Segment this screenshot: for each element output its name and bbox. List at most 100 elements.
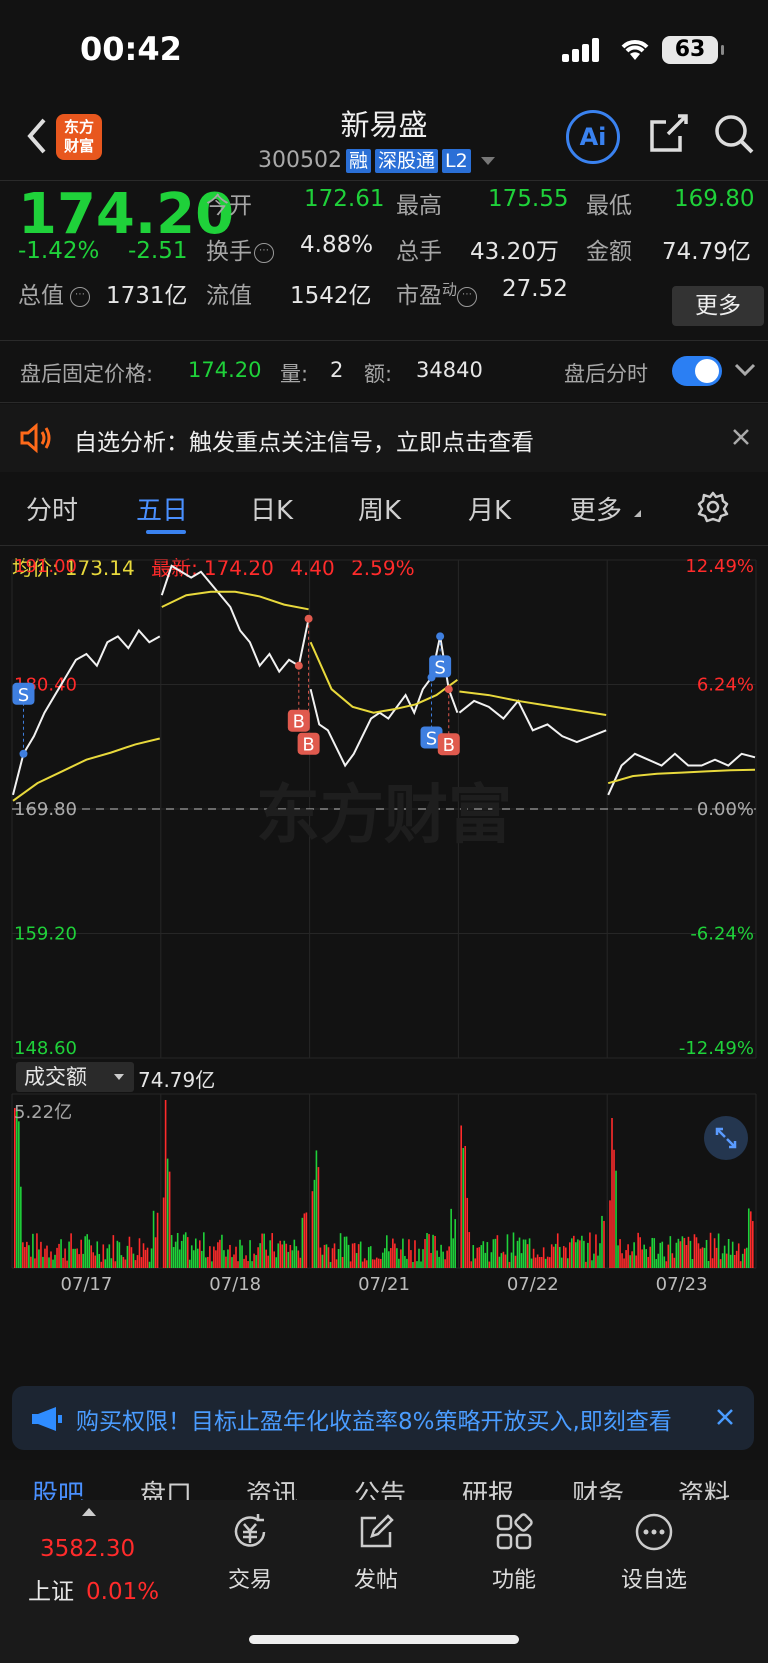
- volume-bar: [333, 1243, 336, 1268]
- tab-profile[interactable]: 资料: [678, 1474, 730, 1500]
- volume-bar: [691, 1259, 694, 1268]
- tab-news[interactable]: 资讯: [246, 1474, 298, 1500]
- volume-bar: [504, 1254, 507, 1268]
- more-button[interactable]: 更多: [672, 286, 764, 326]
- volume-bar: [496, 1235, 499, 1268]
- settings-icon[interactable]: [696, 490, 730, 524]
- volume-bar: [478, 1247, 481, 1268]
- volume-bar: [394, 1243, 396, 1268]
- volume-bar: [438, 1256, 440, 1268]
- volume-bar: [104, 1259, 107, 1268]
- volume-bar: [500, 1253, 503, 1268]
- volume-bar: [639, 1237, 641, 1268]
- volume-bar: [223, 1250, 225, 1268]
- tab-five-day[interactable]: 五日: [136, 490, 188, 527]
- volume-bar: [118, 1242, 121, 1268]
- five-day-chart[interactable]: 均价: 173.14 最新: 174.20 4.40 2.59% 东方财富 191.0…: [0, 546, 768, 1366]
- volume-bar: [591, 1260, 593, 1268]
- tab-daily-k[interactable]: 日K: [250, 490, 293, 527]
- promo-banner[interactable]: 购买权限！目标止盈年化收益率8%策略开放买入,即刻查看: [12, 1386, 754, 1450]
- volume-bar: [331, 1248, 334, 1268]
- tab-intraday[interactable]: 分时: [26, 490, 78, 527]
- volume-bar: [289, 1244, 292, 1268]
- volume-bar: [484, 1252, 487, 1268]
- volume-bar: [601, 1215, 603, 1268]
- info-icon: ⋯: [457, 287, 478, 307]
- volume-bar: [502, 1251, 505, 1268]
- volume-bar: [50, 1251, 52, 1268]
- index-value[interactable]: 3582.30: [40, 1536, 135, 1562]
- megaphone-icon: [32, 1407, 62, 1431]
- volume-bar: [400, 1249, 402, 1268]
- volume-bar: [552, 1246, 555, 1268]
- wifi-icon: [621, 40, 649, 60]
- volume-bar: [74, 1248, 76, 1268]
- volume-bar: [357, 1244, 360, 1268]
- tab-notice[interactable]: 公告: [354, 1474, 406, 1500]
- volume-bar: [140, 1257, 143, 1268]
- volume-bar: [621, 1253, 623, 1268]
- volume-bar: [699, 1248, 702, 1268]
- volume-bar: [659, 1242, 662, 1268]
- volume-bar: [392, 1238, 394, 1268]
- tab-research[interactable]: 研报: [462, 1474, 514, 1500]
- tab-monthly-k[interactable]: 月K: [468, 490, 511, 527]
- change-percent: -1.42%: [18, 238, 100, 264]
- nav-functions[interactable]: 功能: [464, 1510, 564, 1594]
- high-value: 175.55: [488, 186, 569, 212]
- volume-bar: [44, 1248, 46, 1268]
- volume-bar: [737, 1243, 740, 1268]
- volume-selector[interactable]: 成交额: [16, 1062, 134, 1092]
- open-label: 今开: [206, 193, 252, 219]
- volume-bar: [562, 1246, 565, 1268]
- volume-bar: [386, 1235, 388, 1268]
- volume-bar: [569, 1242, 571, 1268]
- volume-bar: [468, 1232, 471, 1268]
- ai-button[interactable]: Ai: [566, 110, 620, 164]
- volume-bar: [188, 1259, 191, 1268]
- volume-bar: [657, 1253, 660, 1268]
- volume-bar: [743, 1248, 746, 1268]
- volume-bar: [508, 1261, 511, 1268]
- volume-bar: [587, 1242, 589, 1268]
- volume-bar: [176, 1232, 179, 1268]
- volume-bar: [343, 1236, 346, 1268]
- sell-signal-label: S: [426, 728, 437, 749]
- nav-post-label: 发帖: [353, 1568, 398, 1593]
- expand-button[interactable]: [704, 1116, 748, 1160]
- volume-bar: [631, 1251, 633, 1268]
- nav-add-watchlist[interactable]: 设自选: [604, 1510, 704, 1594]
- volume-bar: [56, 1247, 58, 1268]
- y-axis-label-right: -6.24%: [690, 924, 754, 945]
- share-icon[interactable]: [648, 112, 690, 154]
- volume-bar: [593, 1253, 595, 1268]
- after-hours-toggle[interactable]: [672, 356, 722, 386]
- stock-code-row[interactable]: 300502 融 深股通 L2: [258, 148, 495, 173]
- volume-bar: [506, 1234, 509, 1268]
- volume-bar: [749, 1211, 752, 1268]
- volume-bar: [450, 1208, 452, 1268]
- volume-bar: [166, 1158, 169, 1268]
- nav-trade[interactable]: 交易: [200, 1510, 300, 1594]
- quote-panel: 174.20 -1.42% -2.51 总值 ⋯ 1731亿 今开 172.61 …: [0, 182, 768, 340]
- close-icon[interactable]: [732, 428, 750, 446]
- volume-bar: [38, 1249, 40, 1268]
- tab-more[interactable]: 更多: [570, 490, 622, 527]
- volume-bar: [585, 1261, 587, 1268]
- volume-bar: [474, 1258, 477, 1268]
- tab-finance[interactable]: 财务: [572, 1474, 624, 1500]
- tab-guba[interactable]: 股吧: [32, 1474, 84, 1500]
- volume-bar: [721, 1253, 724, 1268]
- search-icon[interactable]: [712, 112, 756, 156]
- tab-weekly-k[interactable]: 周K: [358, 490, 401, 527]
- tab-pankou[interactable]: 盘口: [140, 1474, 192, 1500]
- alert-bar[interactable]: 自选分析：触发重点关注信号，立即点击查看: [0, 404, 768, 472]
- volume-bar: [311, 1191, 314, 1268]
- volume-bar: [462, 1148, 465, 1268]
- nav-post[interactable]: 发帖: [326, 1510, 426, 1594]
- close-icon[interactable]: [716, 1408, 734, 1426]
- chevron-down-icon[interactable]: [734, 362, 756, 378]
- volume-bar: [269, 1240, 271, 1268]
- sell-signal-label: S: [434, 657, 445, 678]
- alert-text: 自选分析：触发重点关注信号，立即点击查看: [74, 430, 534, 456]
